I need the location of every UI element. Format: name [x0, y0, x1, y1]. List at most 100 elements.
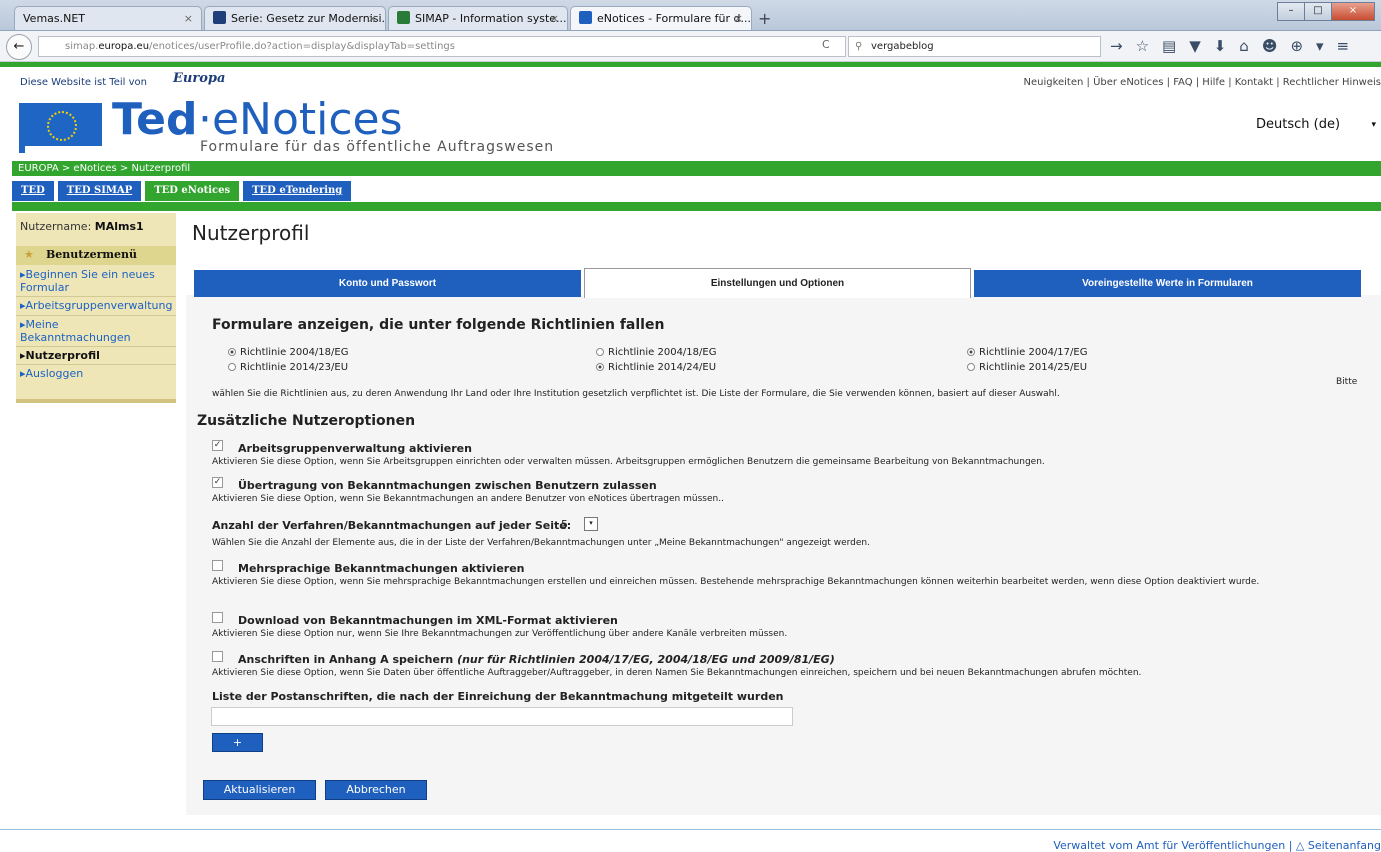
per-page-label: Anzahl der Verfahren/Bekanntmachungen au…	[212, 519, 572, 532]
search-icon: ⚲	[855, 41, 863, 52]
checkbox-workgroup[interactable]: ✓	[212, 440, 223, 451]
radio-2004-17-eg[interactable]: Richtlinie 2004/17/EG	[967, 347, 1087, 358]
radio-2004-18-eg-b[interactable]: Richtlinie 2004/18/EG	[596, 347, 716, 358]
europa-logo[interactable]: Europa	[173, 71, 225, 86]
favicon-icon	[579, 11, 592, 24]
radio-dot	[596, 348, 604, 356]
directives-heading: Formulare anzeigen, die unter folgende R…	[212, 317, 665, 333]
radio-label: Richtlinie 2014/24/EU	[608, 362, 717, 373]
sidebar-item-new-form[interactable]: ▸Beginnen Sie ein neues Formular	[20, 268, 172, 294]
radio-2014-24-eu[interactable]: Richtlinie 2014/24/EU	[596, 362, 716, 373]
nav-tab-ted[interactable]: TED	[12, 181, 54, 201]
sidebar-item-workgroups[interactable]: ▸Arbeitsgruppenverwaltung	[20, 299, 188, 312]
option-annex-label-italic: (nur für Richtlinien 2004/17/EG, 2004/18…	[457, 653, 835, 666]
nav-tab-ted-etendering[interactable]: TED eTendering	[243, 181, 352, 201]
star-icon: ★	[24, 248, 34, 261]
radio-dot	[228, 348, 236, 356]
nav-tab-ted-simap[interactable]: TED SIMAP	[57, 181, 142, 201]
per-page-value: 5	[561, 518, 568, 531]
language-value: Deutsch (de)	[1256, 117, 1341, 132]
option-xml-desc: Aktivieren Sie diese Option nur, wenn Si…	[212, 629, 788, 639]
nav-tab-ted-enotices[interactable]: TED eNotices	[145, 181, 240, 201]
browser-tab-serie[interactable]: Serie: Gesetz zur Modernisi... ×	[204, 6, 386, 30]
address-list-input[interactable]	[211, 707, 793, 726]
radio-label: Richtlinie 2014/25/EU	[979, 362, 1088, 373]
url-bar[interactable]: simap.europa.eu/enotices/userProfile.do?…	[38, 36, 846, 57]
radio-2014-25-eu[interactable]: Richtlinie 2014/25/EU	[967, 362, 1087, 373]
site-nav-tabs: TED TED SIMAP TED eNotices TED eTenderin…	[12, 181, 355, 201]
options-heading: Zusätzliche Nutzeroptionen	[197, 413, 416, 429]
username-label: Nutzername:	[20, 220, 92, 233]
sidebar-divider	[16, 364, 176, 365]
url-path: /enotices/userProfile.do?action=display&…	[149, 41, 455, 52]
add-address-button[interactable]: +	[212, 733, 263, 752]
tab-default-values[interactable]: Voreingestellte Werte in Formularen	[974, 270, 1361, 297]
option-annex-label: Anschriften in Anhang A speichern (nur f…	[238, 653, 835, 666]
radio-dot	[967, 348, 975, 356]
toolbar-icons[interactable]: →☆▤▼⬇⌂☻⊕▾≡	[1110, 37, 1362, 55]
eu-flag-icon	[19, 103, 102, 146]
sidebar-divider	[16, 346, 176, 347]
tab-title: SIMAP - Information syste...	[415, 12, 567, 25]
page-title: Nutzerprofil	[192, 221, 310, 245]
username-line: Nutzername: MAlms1	[20, 220, 144, 233]
option-workgroup-label: Arbeitsgruppenverwaltung aktivieren	[238, 442, 472, 455]
browser-tab-vemas[interactable]: Vemas.NET ×	[14, 6, 202, 30]
top-links[interactable]: Neuigkeiten | Über eNotices | FAQ | Hilf…	[1023, 77, 1381, 88]
nav-bottom-bar	[12, 202, 1381, 211]
per-page-desc: Wählen Sie die Anzahl der Elemente aus, …	[212, 538, 871, 548]
browser-search-input[interactable]: ⚲ vergabeblog	[848, 36, 1101, 57]
sidebar-divider	[16, 315, 176, 316]
footer-divider	[0, 829, 1381, 830]
tab-settings-options[interactable]: Einstellungen und Optionen	[584, 268, 971, 298]
option-transfer-label: Übertragung von Bekanntmachungen zwische…	[238, 479, 657, 492]
chevron-down-icon: ▾	[1371, 120, 1376, 130]
checkbox-transfer[interactable]: ✓	[212, 477, 223, 488]
close-window-button[interactable]: ×	[1331, 2, 1375, 21]
option-transfer-desc: Aktivieren Sie diese Option, wenn Sie Be…	[212, 494, 724, 504]
address-list-label: Liste der Postanschriften, die nach der …	[212, 690, 784, 703]
username-value: MAlms1	[94, 220, 144, 233]
tab-title: Vemas.NET	[23, 12, 86, 25]
close-icon[interactable]: ×	[184, 7, 193, 30]
sidebar-item-user-profile[interactable]: ▸Nutzerprofil	[20, 349, 188, 362]
update-button[interactable]: Aktualisieren	[203, 780, 316, 800]
url-host: europa.eu	[98, 41, 150, 52]
brand-ted: Ted	[112, 94, 198, 145]
option-annex-label-main: Anschriften in Anhang A speichern	[238, 653, 454, 666]
radio-label: Richtlinie 2004/18/EG	[608, 347, 717, 358]
maximize-button[interactable]: □	[1304, 2, 1332, 21]
option-workgroup-desc: Aktivieren Sie diese Option, wenn Sie Ar…	[212, 457, 1045, 467]
radio-2004-18-eg-a[interactable]: Richtlinie 2004/18/EG	[228, 347, 348, 358]
option-annex-desc: Aktivieren Sie diese Option, wenn Sie Da…	[212, 668, 1142, 678]
browser-tab-enotices[interactable]: eNotices - Formulare für d... ×	[570, 6, 752, 30]
breadcrumb[interactable]: EUROPA > eNotices > Nutzerprofil	[12, 161, 1381, 176]
brand-enotices: ·eNotices	[198, 94, 403, 145]
footer-text[interactable]: Verwaltet vom Amt für Veröffentlichungen…	[1053, 839, 1381, 852]
chevron-down-icon: ▾	[584, 517, 598, 531]
tab-account-password[interactable]: Konto und Passwort	[194, 270, 581, 297]
tab-title: Serie: Gesetz zur Modernisi...	[231, 12, 386, 25]
radio-dot	[228, 363, 236, 371]
radio-2014-23-eu[interactable]: Richtlinie 2014/23/EU	[228, 362, 348, 373]
sidebar-item-logout[interactable]: ▸Ausloggen	[20, 367, 188, 380]
option-xml-label: Download von Bekanntmachungen im XML-For…	[238, 614, 618, 627]
cancel-button[interactable]: Abbrechen	[325, 780, 427, 800]
per-page-select[interactable]: 5 ▾	[561, 517, 598, 533]
radio-dot	[967, 363, 975, 371]
checkbox-multilingual[interactable]	[212, 560, 223, 571]
radio-dot	[596, 363, 604, 371]
radio-label: Richtlinie 2014/23/EU	[240, 362, 349, 373]
sidebar-item-my-notices[interactable]: ▸Meine Bekanntmachungen	[20, 318, 160, 344]
reload-icon[interactable]: C	[822, 38, 830, 51]
language-select[interactable]: Deutsch (de) ▾	[1248, 114, 1378, 136]
minimize-button[interactable]: –	[1277, 2, 1305, 21]
browser-tab-simap[interactable]: SIMAP - Information syste... ×	[388, 6, 568, 30]
checkbox-xml[interactable]	[212, 612, 223, 623]
new-tab-button[interactable]: +	[758, 9, 771, 28]
back-button[interactable]: ←	[6, 34, 32, 60]
checkbox-annex[interactable]	[212, 651, 223, 662]
close-icon[interactable]: ×	[550, 7, 559, 30]
close-icon[interactable]: ×	[734, 7, 743, 30]
close-icon[interactable]: ×	[368, 7, 377, 30]
